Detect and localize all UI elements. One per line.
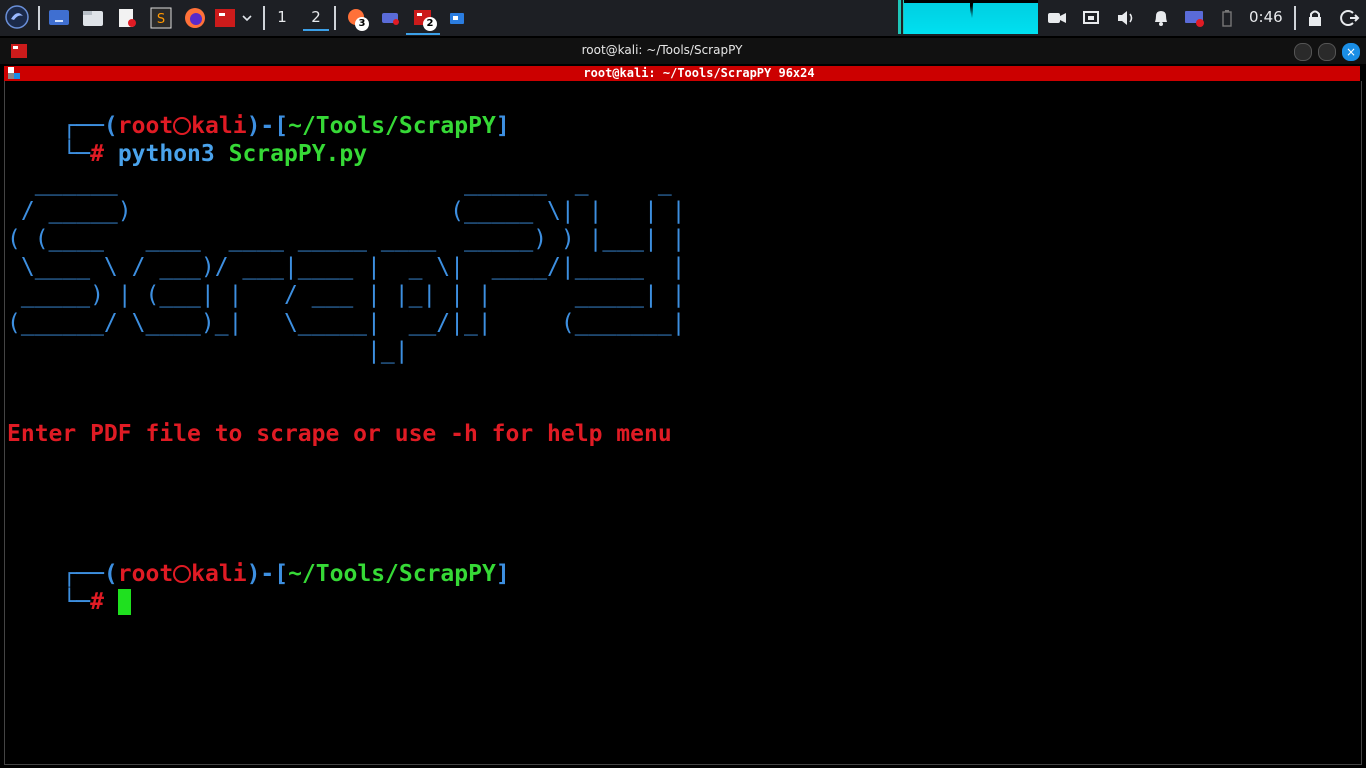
battery-icon [1220,7,1234,29]
terminal-tab-bar[interactable]: root@kali: ~/Tools/ScrapPY 96x24 [4,66,1360,81]
prompt-frame: └─ [62,589,91,615]
logout-icon[interactable] [1338,7,1360,29]
volume-icon[interactable] [1115,7,1137,29]
lock-icon[interactable] [1304,7,1326,29]
panel-separator [38,6,40,30]
display-icon[interactable] [1183,7,1205,29]
panel-separator [1294,6,1296,30]
firefox-icon[interactable] [184,7,206,29]
command-name: python3 [117,141,215,167]
text-editor-icon[interactable] [116,7,138,29]
kali-menu-icon[interactable] [5,5,29,29]
prompt-frame: └─ [62,141,91,167]
text-cursor[interactable] [117,589,131,615]
prompt-hash: # [90,141,104,167]
show-desktop-icon[interactable] [48,7,70,29]
minimize-button[interactable] [1294,43,1312,61]
prompt-frame: ] [495,113,510,139]
prompt-host: kali [191,561,247,587]
input-line[interactable]: └─# [7,560,131,644]
svg-text:S: S [157,12,165,27]
help-message: Enter PDF file to scrape or use -h for h… [7,421,672,447]
clock[interactable]: 0:46 [1249,8,1283,26]
cpu-graph [904,0,1038,34]
ascii-banner-line: ______ ______ _ _ [7,170,672,196]
terminal-launcher-icon[interactable] [214,7,236,29]
prompt-hash: # [90,589,104,615]
close-button[interactable]: × [1342,43,1360,61]
app-window-icon[interactable] [446,7,468,29]
tab-title: root@kali: ~/Tools/ScrapPY 96x24 [583,66,815,80]
chevron-down-icon[interactable] [240,7,254,29]
prompt-frame: ] [495,561,510,587]
active-task-indicator [406,33,440,35]
ascii-banner-line: ( (____ ____ ____ _____ ____ _____) ) |_… [7,226,686,252]
sublime-icon[interactable]: S [150,7,172,29]
top-panel: S 1 2 3 2 0:46 [0,0,1366,36]
notifications-bell-icon[interactable] [1150,7,1172,29]
workspace-1[interactable]: 1 [272,8,292,26]
terminal-task-count-badge: 2 [423,17,437,31]
ascii-banner-line: |_| [7,338,409,364]
kali-skull-icon [173,565,192,583]
window-title: root@kali: ~/Tools/ScrapPY [581,43,743,57]
network-icon[interactable] [1080,7,1102,29]
panel-separator [334,6,336,30]
prompt-frame: )-[ [246,561,289,587]
prompt-path: ~/Tools/ScrapPY [288,561,496,587]
workspace-2[interactable]: 2 [303,5,329,31]
panel-separator [263,6,265,30]
terminal-output[interactable]: ┌──(root kali)-[~/Tools/ScrapPY] └─# pyth… [7,84,1357,760]
file-manager-icon[interactable] [82,7,104,29]
ascii-banner-line: / _____) (_____ \| | | | [7,198,686,224]
camera-icon[interactable] [1046,7,1068,29]
window-titlebar[interactable]: root@kali: ~/Tools/ScrapPY × [0,38,1366,64]
screen-recorder-icon[interactable] [380,7,402,29]
ascii-banner-line: (______/ \____)_| \_____| __/|_| (______… [7,310,686,336]
maximize-button[interactable] [1318,43,1336,61]
command-arg: ScrapPY.py [228,141,368,167]
ascii-banner-line: \____ \ / ___)/ ___|____ | _ \| ____/|__… [7,254,686,280]
firefox-task-count-badge: 3 [355,17,369,31]
ascii-banner-line: _____) | (___| | / ___ | |_| | | _____| … [7,282,686,308]
cpu-graph-marker [898,0,901,34]
